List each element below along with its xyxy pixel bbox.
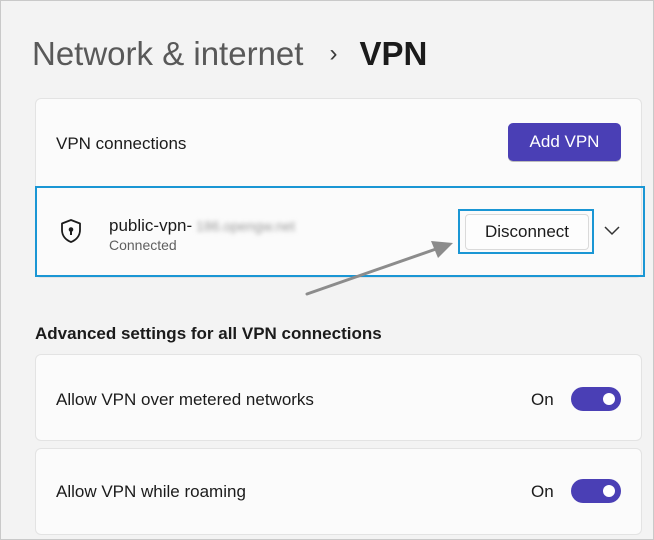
shield-icon [61,219,81,243]
breadcrumb-separator-icon: › [329,40,338,67]
toggle-knob [603,393,615,405]
vpn-name-text: public-vpn- [109,216,193,235]
vpn-connections-title: VPN connections [56,134,187,153]
breadcrumb-network-internet[interactable]: Network & internet [32,35,303,73]
advanced-settings-title: Advanced settings for all VPN connection… [35,324,382,343]
arrow-annotation [305,241,453,296]
setting-label-metered: Allow VPN over metered networks [56,390,314,409]
disconnect-button[interactable]: Disconnect [465,214,589,250]
vpn-name-redacted: 186.opengw.net [196,218,296,234]
breadcrumb: Network & internet › VPN [32,30,427,78]
vpn-connection-name: public-vpn- 186.opengw.net [109,216,295,236]
setting-state-metered: On [531,390,554,409]
chevron-down-icon[interactable] [602,222,622,238]
toggle-knob [603,485,615,497]
page-title: VPN [359,35,428,72]
add-vpn-button[interactable]: Add VPN [508,123,621,161]
setting-state-roaming: On [531,482,554,501]
setting-label-roaming: Allow VPN while roaming [56,482,246,501]
toggle-roaming[interactable] [571,479,621,503]
toggle-metered[interactable] [571,387,621,411]
vpn-connection-status: Connected [109,237,177,253]
